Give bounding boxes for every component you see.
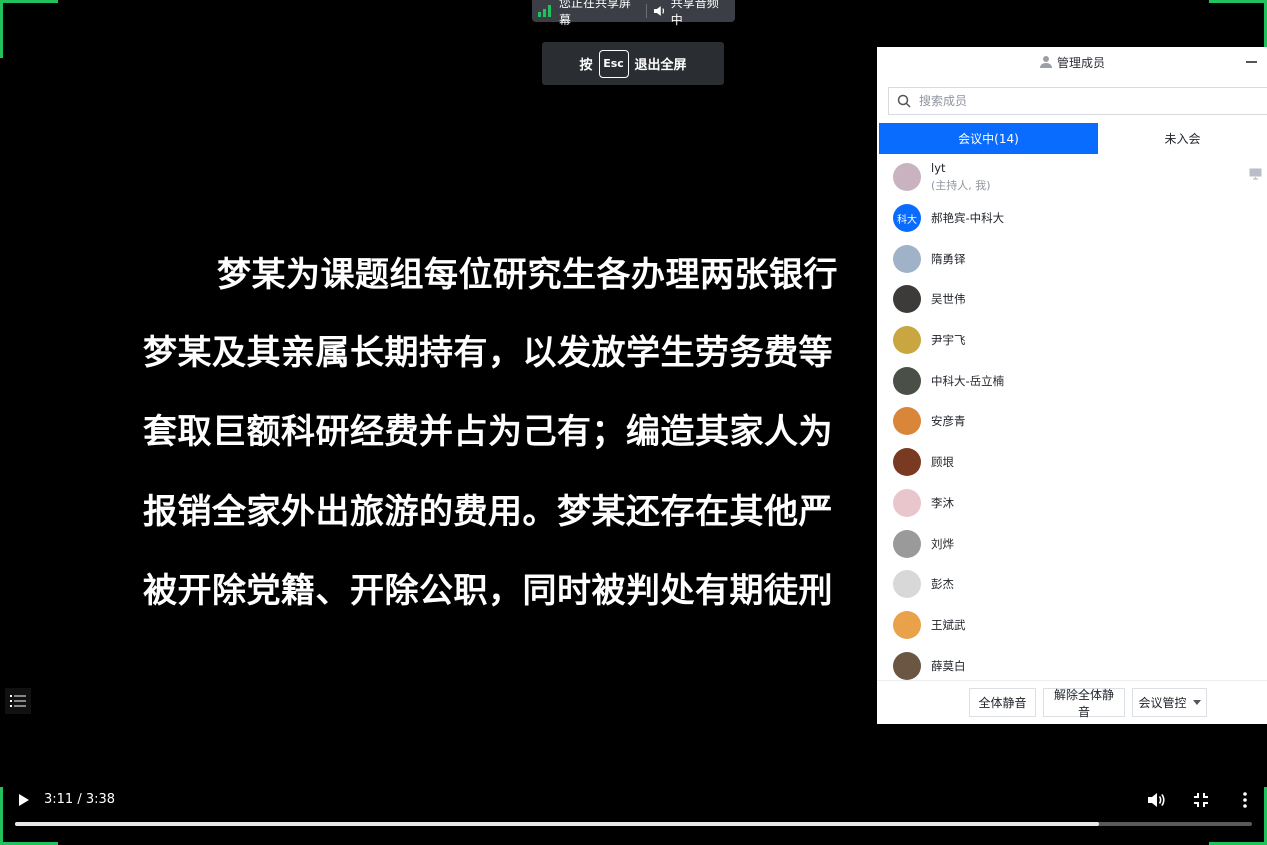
- avatar: [893, 610, 921, 639]
- member-row[interactable]: 吴世伟: [877, 279, 1267, 320]
- member-panel: 管理成员 会议中(14) 未入会 lyt(主持人, 我)科大郝艳宾-中科大隋勇铎…: [877, 47, 1267, 724]
- speaker-icon: [654, 6, 665, 16]
- video-time: 3:11 / 3:38: [44, 792, 116, 807]
- video-progress-fill: [15, 822, 1099, 826]
- share-status-bar[interactable]: 您正在共享屏幕 共享音频中: [532, 0, 735, 27]
- slide-line: 套取巨额科研经费并占为己有；编造其家人为: [143, 412, 833, 452]
- member-name: 彭杰: [931, 577, 954, 592]
- member-role: (主持人, 我): [931, 179, 991, 193]
- member-row[interactable]: 彭杰: [877, 564, 1267, 605]
- member-name: 隋勇铎: [931, 251, 966, 266]
- play-icon[interactable]: [15, 792, 31, 808]
- hint-prefix: 按: [579, 58, 593, 73]
- avatar: [893, 570, 921, 599]
- list-icon: [10, 695, 26, 707]
- avatar: [893, 285, 921, 314]
- search-input[interactable]: [917, 93, 1221, 109]
- panel-header: 管理成员: [877, 47, 1267, 77]
- volume-icon[interactable]: [1147, 792, 1165, 808]
- avatar: [893, 244, 921, 273]
- exit-fullscreen-hint: 按 Esc 退出全屏: [542, 42, 724, 85]
- member-row[interactable]: 刘烨: [877, 523, 1267, 564]
- slide-line: 被开除党籍、开除公职，同时被判处有期徒刑: [143, 571, 833, 611]
- member-list: lyt (主持人, 我) 科大 郝艳宾-中科大 隋勇铎 吴世伟 尹宇飞 中科大-岳立楠 安彦青顾…: [877, 157, 1267, 681]
- sharing-audio-label: 共享音频中: [670, 0, 719, 27]
- member-name: 刘烨: [931, 536, 954, 551]
- sharing-screen-label: 您正在共享屏幕: [559, 0, 632, 27]
- member-name: 李沐: [931, 495, 954, 510]
- hint-suffix: 退出全屏: [634, 58, 687, 73]
- member-name: 薛莫白: [931, 658, 966, 673]
- member-search[interactable]: [888, 87, 1267, 115]
- avatar: 科大: [893, 204, 921, 233]
- meeting-control-dropdown[interactable]: 会议管控: [1132, 688, 1207, 717]
- shared-slide: 梦某为课题组每位研究生各办理两张银行 梦某及其亲属长期持有，以发放学生劳务费等 …: [0, 0, 877, 780]
- member-row[interactable]: 科大 郝艳宾-中科大: [877, 198, 1267, 239]
- minimize-icon[interactable]: [1246, 61, 1257, 63]
- video-progress-bar[interactable]: [15, 822, 1252, 826]
- slide-line: 报销全家外出旅游的费用。梦某还存在其他严: [143, 492, 833, 532]
- member-name: 安彦青: [931, 414, 966, 429]
- member-row[interactable]: 隋勇铎: [877, 238, 1267, 279]
- member-row[interactable]: 王斌武: [877, 605, 1267, 646]
- meeting-control-label: 会议管控: [1138, 696, 1187, 710]
- more-options-icon[interactable]: [1237, 791, 1253, 809]
- member-row[interactable]: 中科大-岳立楠: [877, 360, 1267, 401]
- member-name: 王斌武: [931, 617, 966, 632]
- member-name: lyt: [931, 161, 946, 176]
- tab-in-meeting[interactable]: 会议中(14): [879, 123, 1098, 154]
- user-icon: [1039, 56, 1052, 68]
- exit-fullscreen-icon[interactable]: [1193, 792, 1209, 808]
- member-name: 吴世伟: [931, 292, 966, 307]
- member-name: 顾垠: [931, 455, 954, 470]
- avatar: [893, 529, 921, 558]
- esc-key-icon: Esc: [598, 49, 629, 78]
- member-row[interactable]: 安彦青: [877, 401, 1267, 442]
- member-name: 中科大-岳立楠: [931, 373, 1005, 388]
- avatar: [893, 366, 921, 395]
- screen-share-status[interactable]: 您正在共享屏幕: [532, 0, 646, 27]
- avatar: [893, 163, 921, 192]
- member-row[interactable]: 尹宇飞: [877, 320, 1267, 361]
- signal-icon: [538, 5, 551, 17]
- screen-share-icon: [1249, 168, 1262, 180]
- slide-line: 梦某为课题组每位研究生各办理两张银行: [217, 255, 838, 295]
- mute-all-button[interactable]: 全体静音: [969, 688, 1036, 717]
- avatar: [893, 326, 921, 355]
- member-tabs: 会议中(14) 未入会: [879, 123, 1267, 154]
- slide-line: 梦某及其亲属长期持有，以发放学生劳务费等: [143, 333, 833, 373]
- member-row[interactable]: 李沐: [877, 483, 1267, 524]
- search-icon: [897, 94, 911, 108]
- tab-not-joined[interactable]: 未入会: [1098, 123, 1267, 154]
- avatar: [893, 448, 921, 477]
- member-row[interactable]: 薛莫白: [877, 645, 1267, 681]
- chevron-down-icon: [1192, 700, 1201, 705]
- unmute-all-button[interactable]: 解除全体静音: [1043, 688, 1125, 719]
- member-name: 郝艳宾-中科大: [931, 211, 1005, 226]
- avatar: [893, 651, 921, 680]
- avatar: [893, 407, 921, 436]
- member-row[interactable]: 顾垠: [877, 442, 1267, 483]
- member-name: 尹宇飞: [931, 333, 966, 348]
- avatar: [893, 488, 921, 517]
- panel-title: 管理成员: [1056, 55, 1105, 70]
- member-row[interactable]: lyt (主持人, 我): [877, 157, 1267, 198]
- chapter-list-button[interactable]: [5, 688, 31, 714]
- audio-share-status[interactable]: 共享音频中: [647, 0, 735, 27]
- panel-footer: 全体静音 解除全体静音 会议管控: [877, 680, 1267, 724]
